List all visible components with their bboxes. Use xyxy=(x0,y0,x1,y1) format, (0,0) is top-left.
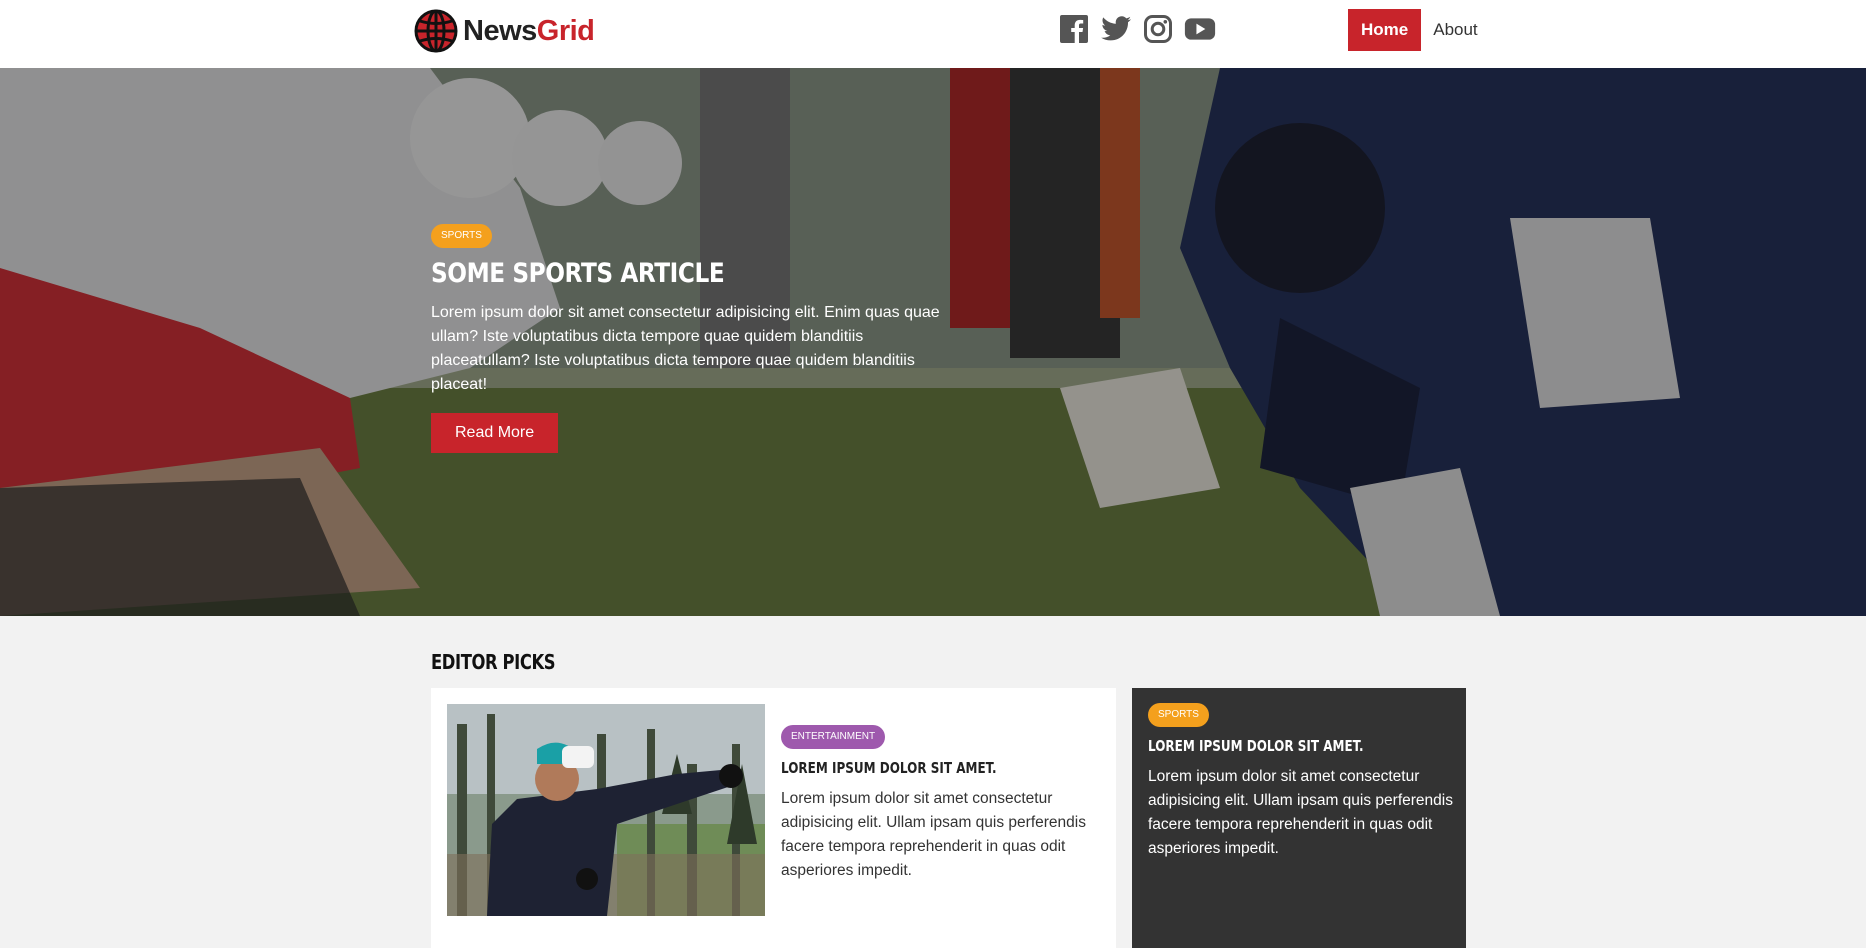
logo-text-news: News xyxy=(463,14,537,47)
card-title[interactable]: Lorem ipsum dolor sit amet. xyxy=(1148,737,1393,755)
twitter-icon[interactable] xyxy=(1100,13,1132,45)
hero-text: Lorem ipsum dolor sit amet consectetur a… xyxy=(431,304,940,393)
vr-photo xyxy=(447,704,765,916)
hero-title: Some Sports Article xyxy=(431,258,725,289)
hero-banner: SPORTS Some Sports Article Lorem ipsum d… xyxy=(0,68,1866,616)
hero-content: SPORTS Some Sports Article Lorem ipsum d… xyxy=(431,224,951,453)
card-text: Lorem ipsum dolor sit amet consectetur a… xyxy=(1148,768,1453,857)
card-title[interactable]: Lorem ipsum dolor sit amet. xyxy=(781,759,1037,777)
youtube-icon[interactable] xyxy=(1184,13,1216,45)
editor-pick-card-main[interactable]: ENTERTAINMENT Lorem ipsum dolor sit amet… xyxy=(431,688,1116,948)
hero-category-badge[interactable]: SPORTS xyxy=(431,224,492,248)
editor-pick-card-side[interactable]: SPORTS Lorem ipsum dolor sit amet. Lorem… xyxy=(1132,688,1466,948)
card-text: Lorem ipsum dolor sit amet consectetur a… xyxy=(781,790,1086,879)
nav-home[interactable]: Home xyxy=(1348,9,1422,51)
card-category-badge[interactable]: ENTERTAINMENT xyxy=(781,725,886,749)
editor-picks-title: Editor Picks xyxy=(431,650,556,674)
instagram-icon[interactable] xyxy=(1142,13,1174,45)
card-body: SPORTS Lorem ipsum dolor sit amet. Lorem… xyxy=(1148,703,1454,861)
card-image[interactable] xyxy=(447,704,765,916)
main-nav: Home About xyxy=(1348,9,1490,51)
logo[interactable]: NewsGrid xyxy=(414,9,595,53)
logo-text: NewsGrid xyxy=(463,14,595,48)
logo-text-grid: Grid xyxy=(536,14,595,47)
globe-icon xyxy=(414,9,458,53)
read-more-button[interactable]: Read More xyxy=(431,413,559,453)
social-links xyxy=(1058,13,1216,45)
site-header: NewsGrid Home About xyxy=(0,0,1866,68)
nav-about[interactable]: About xyxy=(1421,9,1489,51)
card-body: ENTERTAINMENT Lorem ipsum dolor sit amet… xyxy=(781,725,1101,883)
facebook-icon[interactable] xyxy=(1058,13,1090,45)
card-category-badge[interactable]: SPORTS xyxy=(1148,703,1209,727)
